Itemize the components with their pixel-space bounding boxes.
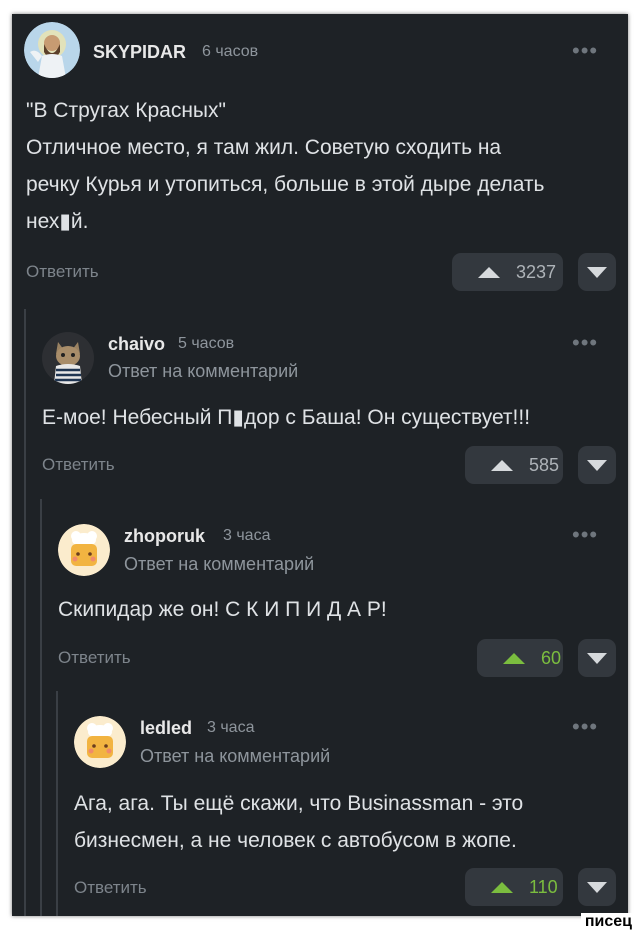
thread-line — [56, 691, 58, 916]
username[interactable]: ledled — [140, 718, 192, 739]
reply-button[interactable]: Ответить — [74, 878, 147, 898]
upvote-triangle-icon — [478, 266, 500, 278]
reply-to-link[interactable]: Ответ на комментарий — [140, 746, 330, 767]
cat-avatar[interactable] — [42, 332, 94, 384]
chef-avatar[interactable] — [58, 524, 110, 576]
thread-line — [24, 309, 26, 916]
upvote-triangle-icon — [503, 652, 525, 664]
reply-to-link[interactable]: Ответ на комментарий — [108, 361, 298, 382]
comments-panel: SKYPIDAR 6 часов ••• "В Стругах Красных"… — [12, 14, 628, 916]
downvote-triangle-icon — [587, 459, 607, 471]
watermark: писец — [580, 913, 636, 931]
thread-line — [40, 499, 42, 916]
reply-button[interactable]: Ответить — [58, 648, 131, 668]
timestamp: 3 часа — [223, 527, 271, 544]
more-dots-icon[interactable]: ••• — [572, 522, 598, 548]
downvote-triangle-icon — [587, 652, 607, 664]
more-dots-icon[interactable]: ••• — [572, 714, 598, 740]
reply-button[interactable]: Ответить — [26, 262, 99, 282]
timestamp: 3 часа — [207, 719, 255, 736]
comment-text: Е-мое! Небесный П▮дор с Баша! Он существ… — [42, 406, 531, 429]
username[interactable]: zhoporuk — [124, 526, 205, 547]
upvote-button[interactable]: 60 — [477, 639, 563, 677]
comment-text: Ага, ага. Ты ещё скажи, что Businassman … — [74, 792, 524, 852]
upvote-triangle-icon — [491, 881, 513, 893]
upvote-button[interactable]: 110 — [465, 868, 563, 906]
upvote-triangle-icon — [491, 459, 513, 471]
vote-count: 3237 — [516, 261, 557, 282]
reply-to-link[interactable]: Ответ на комментарий — [124, 554, 314, 575]
more-dots-icon[interactable]: ••• — [572, 38, 598, 64]
downvote-triangle-icon — [587, 881, 607, 893]
downvote-button[interactable] — [578, 253, 616, 291]
downvote-button[interactable] — [578, 868, 616, 906]
comment-text: Скипидар же он! С К И П И Д А Р! — [58, 598, 387, 621]
upvote-button[interactable]: 3237 — [452, 253, 563, 291]
downvote-button[interactable] — [578, 639, 616, 677]
vote-count: 585 — [529, 454, 560, 475]
comment-text: "В Стругах Красных" Отличное место, я та… — [26, 99, 545, 233]
upvote-button[interactable]: 585 — [465, 446, 563, 484]
username[interactable]: chaivo — [108, 334, 165, 355]
username[interactable]: SKYPIDAR — [93, 42, 186, 63]
timestamp: 5 часов — [178, 335, 235, 352]
vote-count: 110 — [529, 876, 558, 897]
chef-avatar[interactable] — [74, 716, 126, 768]
timestamp: 6 часов — [202, 43, 259, 60]
reply-button[interactable]: Ответить — [42, 455, 115, 475]
downvote-button[interactable] — [578, 446, 616, 484]
downvote-triangle-icon — [587, 266, 607, 278]
vote-count: 60 — [541, 647, 562, 668]
more-dots-icon[interactable]: ••• — [572, 330, 598, 356]
saint-avatar[interactable] — [24, 22, 80, 78]
